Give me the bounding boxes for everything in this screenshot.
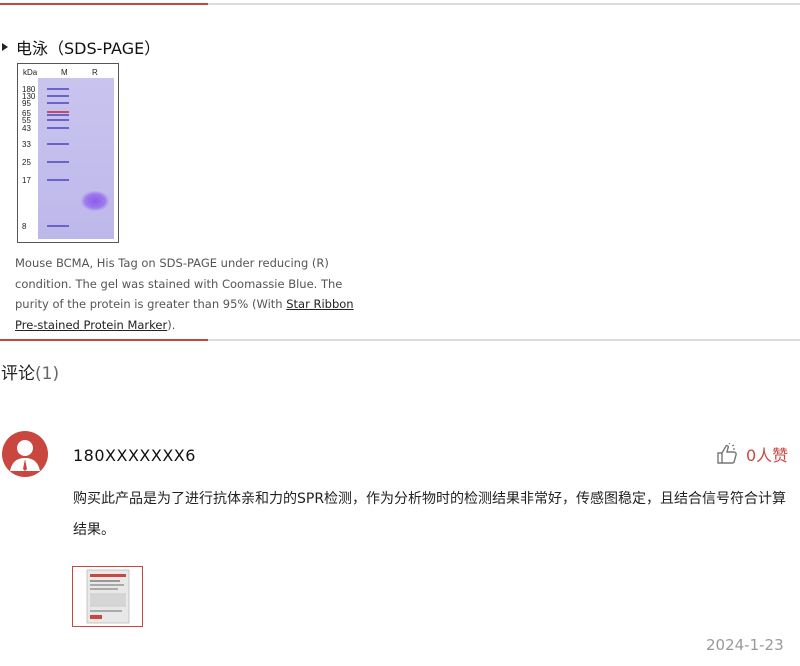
section-title: 电泳（SDS-PAGE） xyxy=(0,35,160,59)
marker-band xyxy=(47,179,69,181)
comments-divider-accent xyxy=(0,339,208,341)
marker-label: 95 xyxy=(22,99,31,108)
marker-band xyxy=(47,111,69,113)
marker-label: 8 xyxy=(22,222,27,231)
bullet-icon xyxy=(2,43,8,51)
comment-image-thumbnail[interactable] xyxy=(72,566,143,627)
user-avatar-icon xyxy=(2,431,48,477)
marker-band xyxy=(47,114,69,116)
gel-caption-end: ). xyxy=(167,317,176,332)
like-count: 0人赞 xyxy=(746,446,789,465)
comments-count: (1) xyxy=(35,364,60,384)
marker-label: 33 xyxy=(22,140,31,149)
marker-band xyxy=(47,127,69,129)
comments-title: 评论(1) xyxy=(1,359,59,384)
lane-label-r: R xyxy=(92,68,98,77)
marker-labels: 180 130 95 65 55 43 33 25 17 8 xyxy=(22,85,36,231)
like-button[interactable]: 0人赞 xyxy=(716,442,788,466)
sample-band xyxy=(81,191,109,211)
comments-divider xyxy=(0,339,800,341)
marker-label: 43 xyxy=(22,124,31,133)
gel-caption: Mouse BCMA, His Tag on SDS-PAGE under re… xyxy=(15,253,355,335)
gel-unit-label: kDa xyxy=(23,68,38,77)
section-title-text: 电泳（SDS-PAGE） xyxy=(16,39,161,58)
marker-band xyxy=(47,102,69,104)
comment-body: 购买此产品是为了进行抗体亲和力的SPR检测，作为分析物时的检测结果非常好，传感图… xyxy=(73,491,787,538)
thumbs-up-icon xyxy=(717,443,737,464)
marker-band xyxy=(47,161,69,163)
marker-label: 17 xyxy=(22,176,31,185)
marker-label: 25 xyxy=(22,158,31,167)
top-divider-accent xyxy=(0,3,208,5)
gel-figure: kDa M R 180 130 95 65 55 43 33 25 17 8 xyxy=(22,68,114,239)
comments-title-text: 评论 xyxy=(1,364,35,384)
comment-username: 180XXXXXXX6 xyxy=(73,446,196,465)
marker-band xyxy=(47,225,69,227)
gel-image: kDa M R 180 130 95 65 55 43 33 25 17 8 xyxy=(17,63,119,243)
marker-band xyxy=(47,95,69,97)
lane-label-m: M xyxy=(61,68,68,77)
marker-band xyxy=(47,143,69,145)
marker-band xyxy=(47,88,69,90)
comment-date: 2024-1-23 xyxy=(706,636,784,654)
top-divider xyxy=(0,3,800,5)
marker-band xyxy=(47,119,69,121)
